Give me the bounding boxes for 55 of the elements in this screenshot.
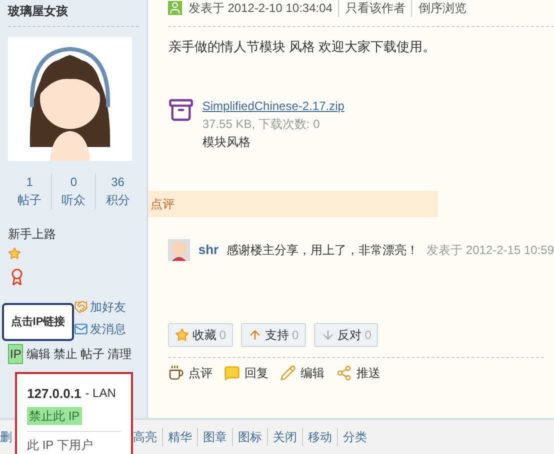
ip-address: 127.0.0.1 (27, 385, 82, 403)
handshake-icon (74, 300, 88, 314)
admin-link[interactable]: IP (8, 344, 24, 364)
ban-ip-link[interactable]: 禁止此 IP (27, 406, 82, 424)
avatar (168, 238, 190, 260)
post-action[interactable]: 编辑 (280, 364, 324, 382)
admin-link[interactable]: 禁止 (53, 345, 78, 363)
stat-label: 积分 (106, 192, 130, 209)
moderation-link[interactable]: 关闭 (267, 428, 302, 446)
vote-button[interactable]: 反对 0 (314, 322, 378, 346)
stat-label: 帖子 (18, 192, 42, 209)
stat-label: 听众 (62, 192, 86, 209)
comment-author[interactable]: shr (198, 240, 219, 260)
author-name[interactable]: 玻璃屋女孩 (8, 0, 140, 27)
arrow-up-icon (248, 328, 262, 342)
share-icon (336, 364, 352, 380)
admin-link[interactable]: 清理 (107, 345, 132, 363)
pencil-icon (280, 364, 296, 380)
ip-users-link[interactable]: 此 IP 下用户 (27, 436, 121, 454)
post-time: 发表于 2012-2-10 10:34:04 (188, 0, 332, 17)
attachment-description: 模块风格 (202, 134, 252, 150)
archive-icon (168, 96, 194, 122)
attachment-info: 37.55 KB, 下载次数: 0 (202, 116, 321, 132)
moderation-link[interactable]: 分类 (337, 428, 372, 446)
post-link[interactable]: 只看该作者 (338, 0, 406, 17)
moderation-link[interactable]: 图章 (197, 428, 232, 446)
moderation-link[interactable]: 精华 (162, 428, 197, 446)
network-label: - LAN (85, 385, 116, 402)
vote-button[interactable]: 支持 0 (241, 322, 306, 346)
comment-time: 发表于 2012-2-15 10:59 (426, 242, 554, 258)
envelope-icon (74, 322, 88, 336)
post-action[interactable]: 回复 (224, 364, 268, 382)
moderation-link[interactable]: 图标 (232, 428, 267, 446)
attachment-link[interactable]: SimplifiedChinese-2.17.zip (202, 96, 344, 114)
vote-button[interactable]: 收藏 0 (168, 322, 234, 346)
star-icon (8, 247, 21, 260)
post-body: 亲手做的情人节模块 风格 欢迎大家下载使用。 (168, 38, 437, 56)
profile-link[interactable]: 发消息 (74, 320, 140, 338)
stat-value[interactable]: 1 (26, 173, 33, 191)
admin-link[interactable]: 编辑 (26, 345, 50, 363)
post-action[interactable]: 推送 (336, 364, 380, 382)
star-icon (175, 328, 190, 342)
moderation-link[interactable]: 删 (0, 428, 14, 446)
post-link[interactable]: 倒序浏览 (411, 0, 466, 17)
comments-header: 点评 (148, 190, 438, 216)
admin-link[interactable]: 帖子 (80, 345, 104, 363)
stat-value[interactable]: 0 (70, 173, 78, 191)
user-rank: 新手上路 (8, 226, 57, 243)
tooltip: 点击IP链接 (2, 303, 74, 341)
post-action[interactable]: 点评 (168, 364, 212, 382)
moderation-link[interactable]: 移动 (302, 428, 337, 446)
stat-value[interactable]: 36 (111, 173, 124, 191)
comment-text: 感谢楼主分享，用上了，非常漂亮！ (226, 242, 419, 258)
profile-link[interactable]: 加好友 (74, 298, 140, 316)
speech-bubble-icon (224, 364, 240, 380)
